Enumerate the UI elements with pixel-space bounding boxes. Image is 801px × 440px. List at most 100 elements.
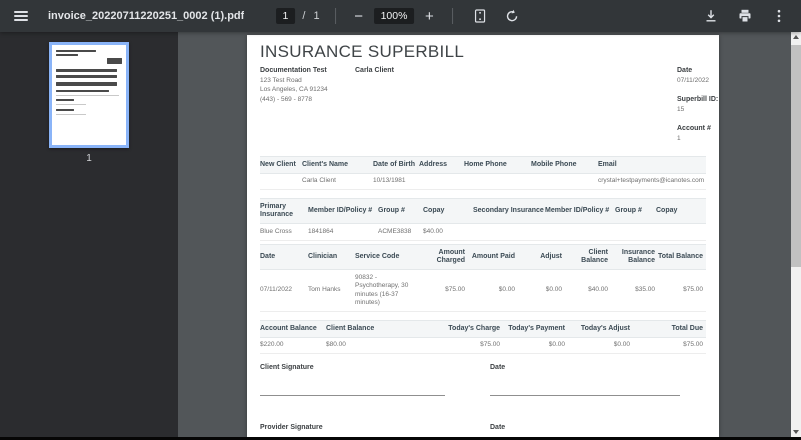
scroll-up-button[interactable] <box>791 32 801 42</box>
page-separator: / <box>302 10 306 22</box>
client-signature-label: Client Signature <box>260 364 314 371</box>
cell-client-balance: $80.00 <box>326 341 346 348</box>
more-vertical-icon <box>777 9 781 23</box>
col-header: Date <box>260 252 276 260</box>
superbill-id-label: Superbill ID: <box>677 96 719 103</box>
cell-adjust: $0.00 <box>545 286 562 294</box>
col-header: Client's Name <box>302 160 349 168</box>
col-header: Today's Charge <box>448 324 500 332</box>
thumb-rule <box>56 114 86 115</box>
download-icon <box>706 10 716 22</box>
practice-info: Documentation Test 123 Test Road Los Ang… <box>260 66 328 104</box>
zoom-out-button[interactable]: − <box>350 3 368 29</box>
col-header: Total Balance <box>658 252 703 260</box>
col-header: Amount Paid <box>471 252 515 260</box>
practice-name: Documentation Test <box>260 67 327 74</box>
date-value: 07/11/2022 <box>677 76 710 84</box>
provider-signature-label: Provider Signature <box>260 424 323 431</box>
toolbar-divider <box>334 8 336 24</box>
col-header: Total Due <box>671 324 703 332</box>
client-table-header: New Client Client's Name Date of Birth A… <box>260 156 706 174</box>
col-header: Adjust <box>540 252 562 260</box>
cell-dob: 10/13/1981 <box>373 177 406 184</box>
col-header: Secondary Insurance <box>473 206 544 214</box>
pdf-viewer-canvas: INSURANCE SUPERBILL Documentation Test 1… <box>178 32 791 437</box>
thumbnail-sidebar: 1 <box>0 32 178 437</box>
balance-table-row: $220.00 $80.00 $75.00 $0.00 $0.00 $75.00 <box>260 338 706 354</box>
col-header: Amount Charged <box>436 248 465 265</box>
page-thumbnail-preview <box>49 42 129 148</box>
page-number-input[interactable]: 1 <box>275 8 296 24</box>
col-header: Today's Adjust <box>580 324 630 332</box>
col-header: Home Phone <box>464 160 507 168</box>
page-thumbnail[interactable]: 1 <box>49 42 129 164</box>
client-name: Carla Client <box>355 67 394 74</box>
cell-service-date: 07/11/2022 <box>260 286 293 294</box>
cell-primary-insurance: Blue Cross <box>260 227 292 235</box>
col-header: Insurance Balance <box>621 248 655 265</box>
cell-insurance-balance: $35.00 <box>635 286 655 294</box>
account-value: 1 <box>677 134 681 142</box>
thumb-line <box>56 75 117 78</box>
cell-client-name: Carla Client <box>302 177 336 184</box>
cell-new-client <box>260 178 302 185</box>
insurance-table-header: Primary Insurance Member ID/Policy # Gro… <box>260 198 706 224</box>
cell-todays-adjust: $0.00 <box>613 341 630 348</box>
cell-mobile-phone <box>531 178 598 185</box>
col-header: Group # <box>378 206 405 214</box>
zoom-in-button[interactable]: + <box>420 3 438 29</box>
document-filename: invoice_20220711220251_0002 (1).pdf <box>48 10 245 22</box>
thumb-line <box>56 50 96 52</box>
pdf-viewer-window: invoice_20220711220251_0002 (1).pdf 1 / … <box>0 0 801 440</box>
print-button[interactable] <box>733 3 757 29</box>
thumb-line <box>56 54 79 56</box>
service-table-header: Date Clinician Service Code Amount Charg… <box>260 244 706 270</box>
practice-address1: 123 Test Road <box>260 76 302 84</box>
hamburger-icon <box>14 11 28 21</box>
cell-todays-charge: $75.00 <box>480 341 500 348</box>
cell-member-id-2 <box>545 228 615 235</box>
practice-address2: Los Angeles, CA 91234 <box>260 86 328 93</box>
cell-client-balance: $40.00 <box>588 286 608 294</box>
thumb-line <box>56 99 75 101</box>
col-header: Primary Insurance <box>260 202 294 219</box>
col-header: Copay <box>423 206 445 214</box>
thumb-line <box>56 90 109 92</box>
date-label: Date <box>677 67 693 74</box>
col-header: Service Code <box>355 252 400 260</box>
fit-to-page-button[interactable] <box>467 3 493 29</box>
print-icon <box>739 9 751 23</box>
scroll-down-button[interactable] <box>791 427 801 437</box>
rotate-button[interactable] <box>499 3 525 29</box>
page-total: 1 <box>313 10 320 22</box>
provider-signature-date-label: Date <box>490 424 506 431</box>
thumb-line <box>56 109 75 111</box>
more-options-button[interactable] <box>767 3 791 29</box>
cell-amount-charged: $75.00 <box>445 286 465 294</box>
download-button[interactable] <box>699 3 723 29</box>
pdf-toolbar: invoice_20220711220251_0002 (1).pdf 1 / … <box>0 0 801 32</box>
thumb-rule <box>56 95 119 96</box>
thumb-line <box>56 69 117 72</box>
cell-todays-payment: $0.00 <box>548 341 565 348</box>
col-header: Copay <box>656 206 678 214</box>
thumb-line <box>107 58 122 64</box>
scroll-down-icon <box>793 430 799 434</box>
col-header: Member ID/Policy # <box>545 206 610 214</box>
scrollbar-thumb[interactable] <box>791 45 801 267</box>
zoom-level[interactable]: 100% <box>373 8 415 24</box>
client-table: New Client Client's Name Date of Birth A… <box>260 156 706 190</box>
menu-button[interactable] <box>8 3 34 29</box>
col-header: Today's Payment <box>508 324 565 332</box>
scroll-up-icon <box>793 35 799 39</box>
service-table: Date Clinician Service Code Amount Charg… <box>260 244 706 312</box>
vertical-scrollbar[interactable] <box>791 32 801 437</box>
cell-total-due: $75.00 <box>683 341 703 348</box>
col-header: Mobile Phone <box>531 160 577 168</box>
fit-to-page-icon <box>475 9 486 23</box>
superbill-id-value: 15 <box>677 105 685 113</box>
client-signature-line <box>260 395 445 396</box>
cell-amount-paid: $0.00 <box>498 286 515 294</box>
superbill-meta: Date 07/11/2022 Superbill ID: 15 Account… <box>677 66 718 153</box>
cell-email: crystal+testpayments@icanotes.com <box>598 177 705 184</box>
